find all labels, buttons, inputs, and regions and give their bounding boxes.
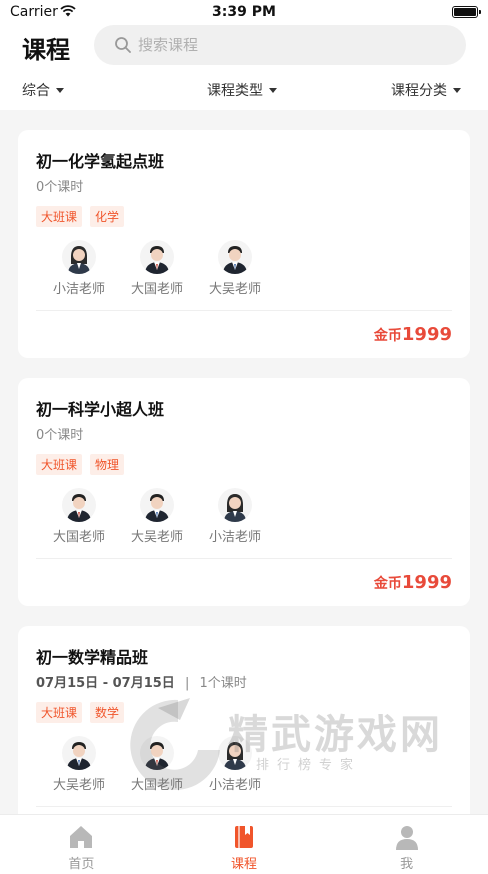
teacher-name: 大吴老师	[130, 530, 183, 545]
teacher-name: 大吴老师	[208, 282, 261, 297]
divider	[36, 558, 452, 559]
male-teacher-avatar	[140, 736, 174, 770]
search-icon	[115, 37, 131, 53]
status-time: 3:39 PM	[212, 4, 276, 20]
teacher-item[interactable]: 小洁老师	[40, 240, 118, 297]
male-teacher-avatar	[140, 488, 174, 522]
teacher-item[interactable]: 大吴老师	[196, 240, 274, 297]
teacher-name: 小洁老师	[208, 530, 261, 545]
male-teacher-avatar	[62, 736, 96, 770]
caret-down-icon	[269, 87, 277, 93]
filter-course-type[interactable]: 课程类型	[207, 80, 277, 100]
female-teacher-avatar	[62, 240, 96, 274]
tab-profile[interactable]: 我	[325, 815, 488, 874]
course-price: 金币1999	[374, 324, 452, 345]
caret-down-icon	[56, 87, 64, 93]
filter-course-category[interactable]: 课程分类	[391, 80, 461, 100]
tab-profile-label: 我	[400, 857, 414, 872]
tab-home-label: 首页	[68, 857, 95, 872]
course-title: 初一科学小超人班	[36, 400, 165, 419]
divider	[36, 310, 452, 311]
price-currency: 金币	[373, 328, 402, 344]
course-tag: 大班课	[36, 206, 83, 227]
filter-sort[interactable]: 综合	[22, 80, 64, 100]
course-tag: 大班课	[36, 702, 83, 723]
course-tag: 数学	[90, 702, 125, 723]
teacher-item[interactable]: 小洁老师	[196, 488, 274, 545]
price-currency: 金币	[373, 576, 402, 592]
teacher-item[interactable]: 大国老师	[118, 240, 196, 297]
teacher-item[interactable]: 小洁老师	[196, 736, 274, 793]
female-teacher-avatar	[218, 488, 252, 522]
tab-course-label: 课程	[231, 857, 258, 872]
page-title: 课程	[22, 36, 70, 64]
home-icon	[70, 826, 93, 848]
teacher-name: 小洁老师	[208, 778, 261, 793]
teacher-name: 小洁老师	[52, 282, 105, 297]
price-amount: 1999	[401, 572, 452, 593]
divider	[36, 806, 452, 807]
course-tag: 大班课	[36, 454, 83, 475]
course-lessons: 1个课时	[199, 676, 247, 691]
teacher-item[interactable]: 大国老师	[40, 488, 118, 545]
course-lessons: 0个课时	[36, 428, 84, 443]
course-title: 初一数学精品班	[36, 648, 149, 667]
course-card[interactable]: 初一化学氢起点班 0个课时 大班课 化学 小洁老师 大国老师 大吴老师 金币19…	[18, 130, 470, 358]
teacher-name: 大国老师	[52, 530, 105, 545]
male-teacher-avatar	[218, 240, 252, 274]
profile-icon	[395, 826, 418, 850]
male-teacher-avatar	[62, 488, 96, 522]
course-lessons: 0个课时	[36, 180, 84, 195]
teacher-name: 大吴老师	[52, 778, 105, 793]
course-price: 金币1999	[374, 572, 452, 593]
status-bar: Carrier 3:39 PM	[0, 0, 488, 24]
filter-sort-label: 综合	[22, 83, 50, 99]
teacher-name: 大国老师	[130, 778, 183, 793]
course-book-icon	[235, 826, 253, 848]
teacher-name: 大国老师	[130, 282, 183, 297]
top-header: Carrier 3:39 PM 课程 综合 课程类型 课程分类	[0, 0, 488, 110]
course-card[interactable]: 初一科学小超人班 0个课时 大班课 物理 大国老师 大吴老师 小洁老师 金币19…	[18, 378, 470, 606]
teacher-item[interactable]: 大国老师	[118, 736, 196, 793]
teacher-item[interactable]: 大吴老师	[118, 488, 196, 545]
course-dates: 07月15日 - 07月15日	[36, 676, 175, 691]
tab-bar: 首页 课程 我	[0, 814, 488, 874]
course-title: 初一化学氢起点班	[36, 152, 165, 171]
price-amount: 1999	[401, 324, 452, 345]
male-teacher-avatar	[140, 240, 174, 274]
female-teacher-avatar	[218, 736, 252, 770]
course-tag: 物理	[90, 454, 125, 475]
filter-course-type-label: 课程类型	[207, 83, 263, 99]
battery-icon	[452, 6, 481, 18]
search-input[interactable]	[138, 25, 448, 65]
caret-down-icon	[453, 87, 461, 93]
tab-home[interactable]: 首页	[0, 815, 163, 874]
teacher-item[interactable]: 大吴老师	[40, 736, 118, 793]
search-bar[interactable]	[94, 25, 466, 65]
course-schedule: 07月15日 - 07月15日 | 1个课时	[36, 672, 247, 691]
separator: |	[184, 676, 190, 691]
course-tag: 化学	[90, 206, 125, 227]
tab-course[interactable]: 课程	[163, 815, 326, 874]
filter-course-category-label: 课程分类	[391, 83, 447, 99]
